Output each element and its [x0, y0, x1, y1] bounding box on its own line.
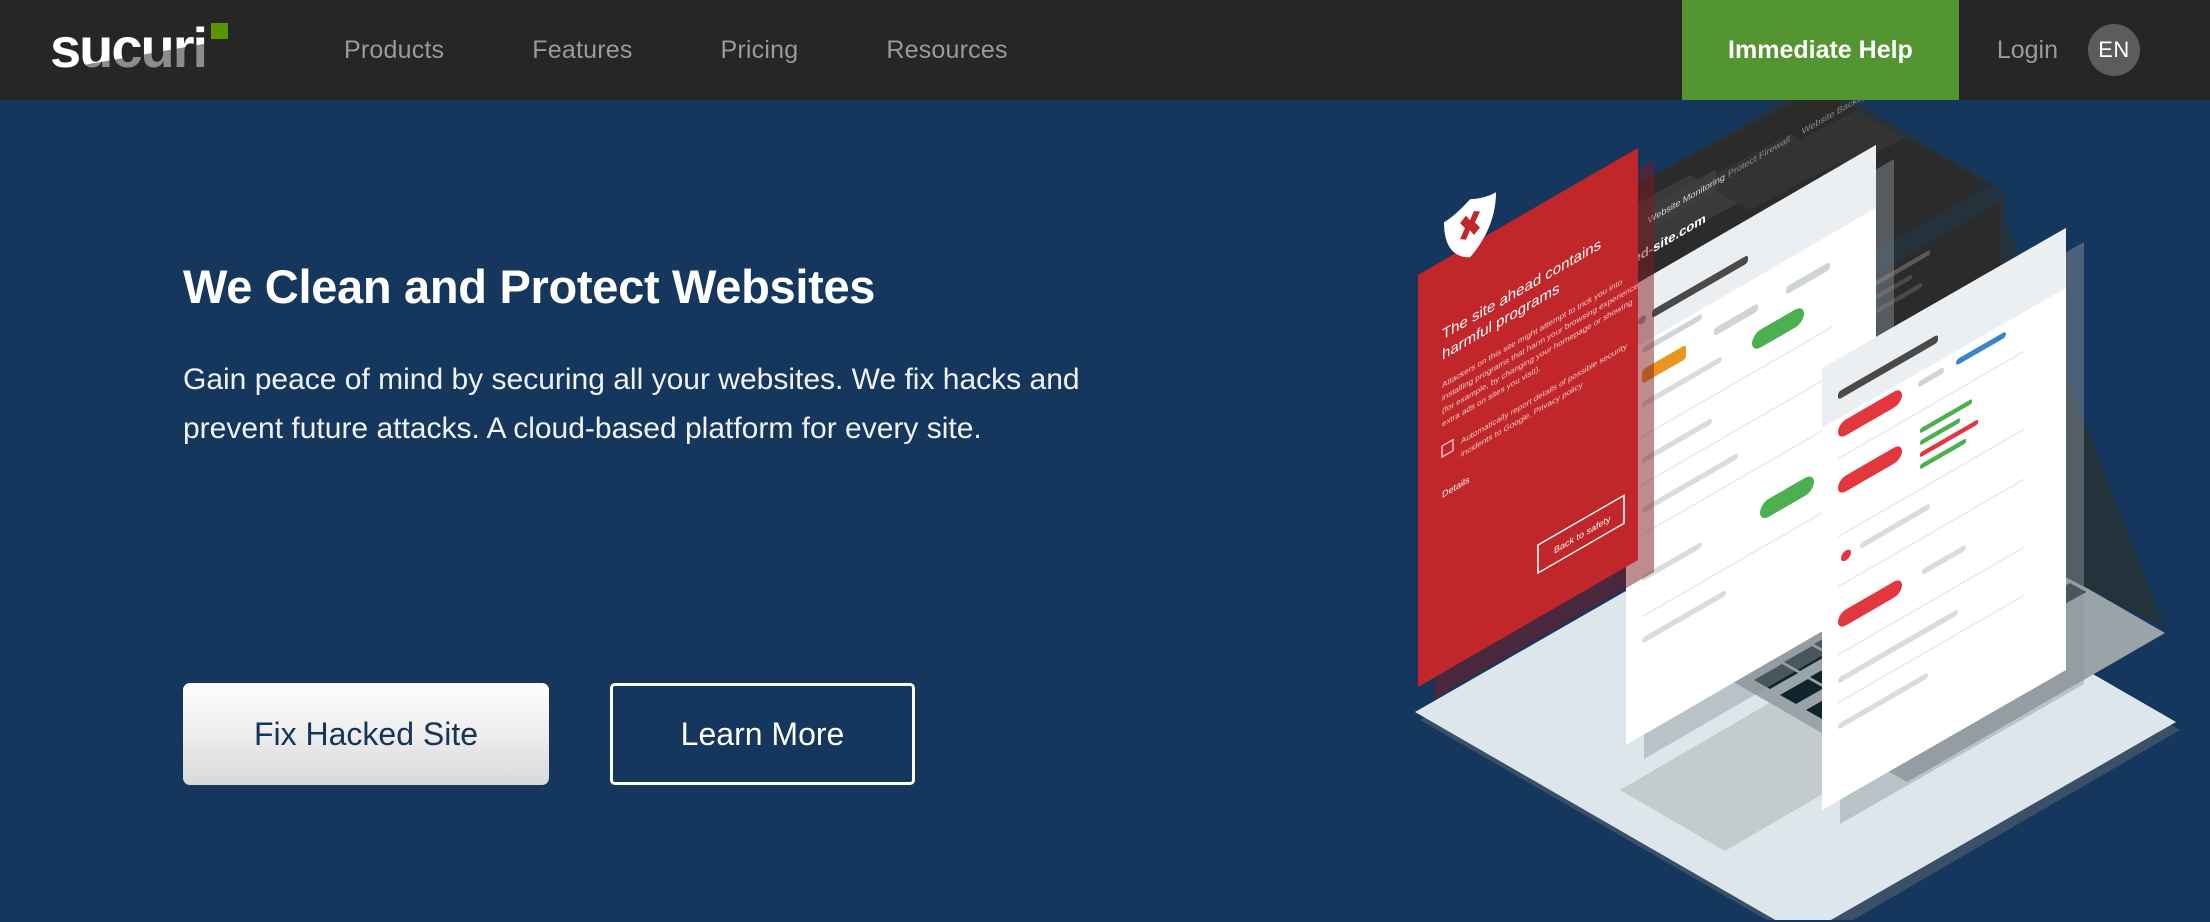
top-navigation-bar: sucuri sucuri Products Features Pricing	[0, 0, 2210, 100]
language-badge[interactable]: EN	[2088, 24, 2140, 76]
nav-item-products[interactable]: Products	[300, 0, 488, 100]
sucuri-logo-icon: sucuri sucuri	[50, 19, 228, 79]
hero-paragraph: Gain peace of mind by securing all your …	[183, 363, 1080, 445]
fix-hacked-site-button[interactable]: Fix Hacked Site	[183, 683, 549, 785]
learn-more-button[interactable]: Learn More	[610, 683, 915, 785]
logo-link[interactable]: sucuri sucuri	[0, 0, 300, 100]
hero-section: We Clean and Protect Websites Gain peace…	[0, 90, 2210, 922]
page-root: sucuri sucuri Products Features Pricing	[0, 0, 2210, 922]
immediate-help-label: Immediate Help	[1728, 35, 1913, 64]
nav-item-resources-label: Resources	[886, 35, 1008, 64]
hero-cta-group: Fix Hacked Site Learn More	[183, 683, 915, 785]
nav-item-pricing-label: Pricing	[720, 35, 799, 64]
nav-links: Products Features Pricing Resources	[300, 0, 1052, 100]
nav-item-features[interactable]: Features	[488, 0, 676, 100]
language-selector[interactable]: EN	[2088, 0, 2210, 100]
nav-item-resources[interactable]: Resources	[842, 0, 1051, 100]
nav-item-products-label: Products	[344, 35, 445, 64]
login-label: Login	[1996, 35, 2058, 64]
login-link[interactable]: Login	[1959, 0, 2088, 100]
learn-more-label: Learn More	[680, 715, 845, 752]
nav-item-features-label: Features	[532, 35, 633, 64]
hero-title: We Clean and Protect Websites	[183, 260, 876, 313]
fix-hacked-site-label: Fix Hacked Site	[253, 715, 479, 752]
hero-copy: We Clean and Protect Websites Gain peace…	[183, 260, 1183, 454]
language-label: EN	[2098, 37, 2130, 62]
sucuri-logo: sucuri sucuri	[50, 19, 290, 81]
isometric-laptop-illustration-icon: sucuri Website Monitoring Protect Firewa…	[1415, 90, 2180, 920]
immediate-help-button[interactable]: Immediate Help	[1682, 0, 1959, 100]
hero-illustration: sucuri Website Monitoring Protect Firewa…	[1390, 90, 2210, 920]
nav-item-pricing[interactable]: Pricing	[677, 0, 843, 100]
